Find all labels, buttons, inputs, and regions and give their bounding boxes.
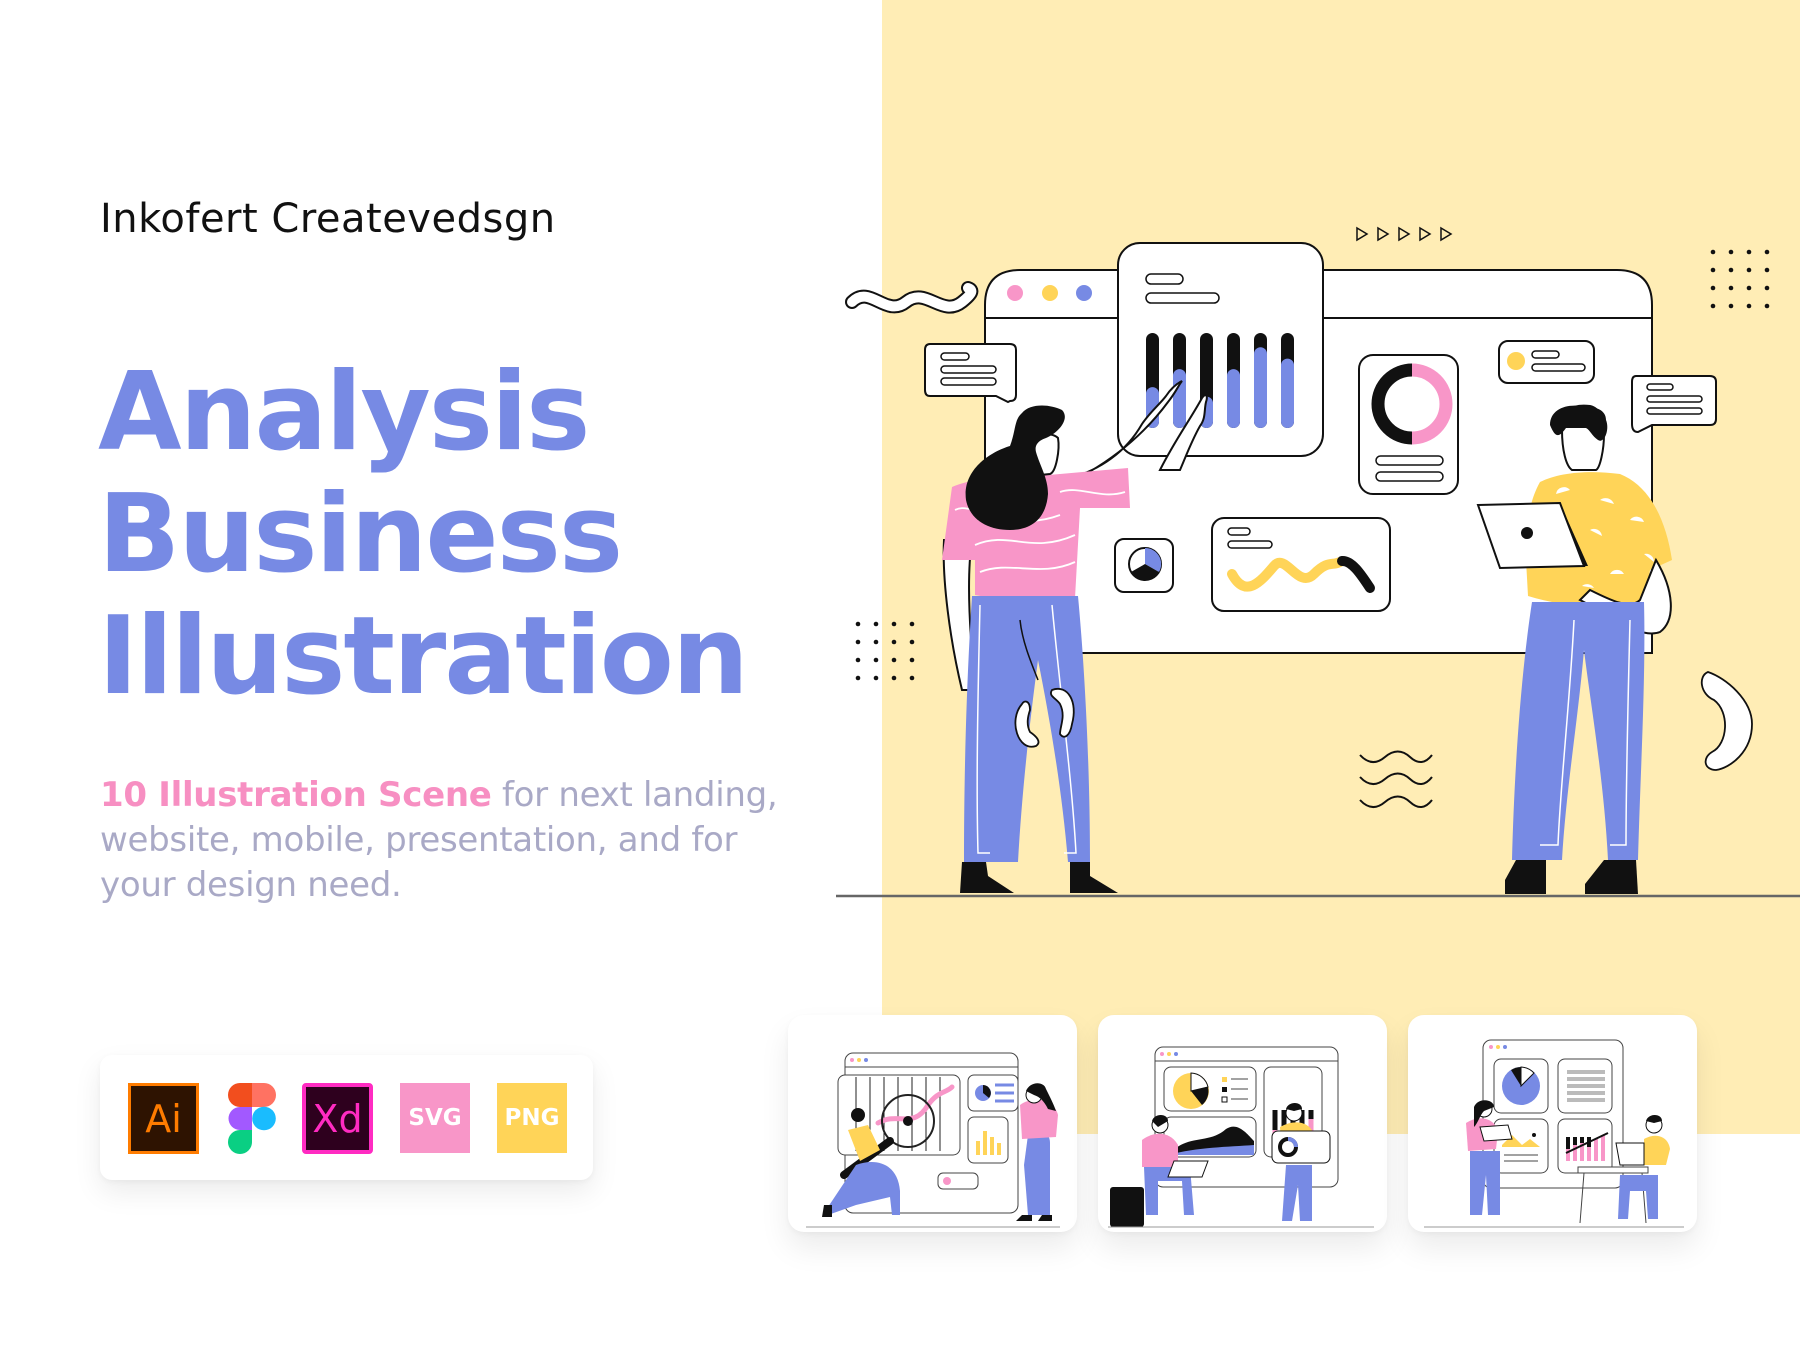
dot xyxy=(855,621,861,627)
arrow-triangles-decoration xyxy=(1356,226,1453,242)
dot xyxy=(855,639,861,645)
dot xyxy=(891,639,897,645)
wave-lines-decoration xyxy=(1359,750,1433,808)
dot xyxy=(1728,267,1734,273)
dot xyxy=(1710,285,1716,291)
dot xyxy=(891,621,897,627)
dot xyxy=(909,675,915,681)
dot xyxy=(873,639,879,645)
bar-fill-6 xyxy=(1281,358,1294,428)
preview-scene-magnifier xyxy=(806,1052,1060,1228)
dot xyxy=(1764,303,1770,309)
bar-fill-2 xyxy=(1173,369,1186,428)
preview-scene-pie-laptop xyxy=(1108,1046,1374,1228)
dot xyxy=(1746,267,1752,273)
info-card-yellow xyxy=(1498,340,1595,384)
dot xyxy=(1710,249,1716,255)
bar-chart-card xyxy=(1117,242,1324,471)
dot xyxy=(1746,303,1752,309)
dot xyxy=(1746,249,1752,255)
bar-fill-4 xyxy=(1227,369,1240,428)
window-dot-pink xyxy=(1007,285,1023,301)
dot xyxy=(1764,249,1770,255)
dot xyxy=(909,621,915,627)
dot xyxy=(1710,267,1716,273)
dot xyxy=(1710,303,1716,309)
preview-card-3[interactable] xyxy=(1408,1015,1697,1232)
dot xyxy=(891,657,897,663)
dot xyxy=(1764,267,1770,273)
preview-card-1[interactable] xyxy=(788,1015,1077,1232)
bar-fill-5 xyxy=(1254,347,1267,428)
dot xyxy=(873,675,879,681)
pie-chart-card xyxy=(1114,538,1174,593)
dot xyxy=(909,639,915,645)
speech-bubble-left xyxy=(924,343,1017,404)
speech-bubble-right xyxy=(1631,375,1717,434)
dot xyxy=(909,657,915,663)
dot xyxy=(1728,303,1734,309)
dot xyxy=(1728,249,1734,255)
dot xyxy=(1764,285,1770,291)
dot-grid-top-right xyxy=(1710,249,1770,309)
dot xyxy=(1746,285,1752,291)
dot-grid-left xyxy=(855,621,915,681)
window-dot-yellow xyxy=(1042,285,1058,301)
preview-scene-dashboard-desk xyxy=(1424,1039,1684,1228)
window-dot-blue xyxy=(1076,285,1092,301)
crescent-shape xyxy=(1700,671,1753,771)
dot xyxy=(1728,285,1734,291)
donut-chart-card xyxy=(1358,354,1459,495)
dot xyxy=(891,675,897,681)
dot xyxy=(873,621,879,627)
dot xyxy=(855,657,861,663)
preview-card-2[interactable] xyxy=(1098,1015,1387,1232)
dot xyxy=(873,657,879,663)
dot xyxy=(855,675,861,681)
line-chart-card xyxy=(1211,517,1391,612)
